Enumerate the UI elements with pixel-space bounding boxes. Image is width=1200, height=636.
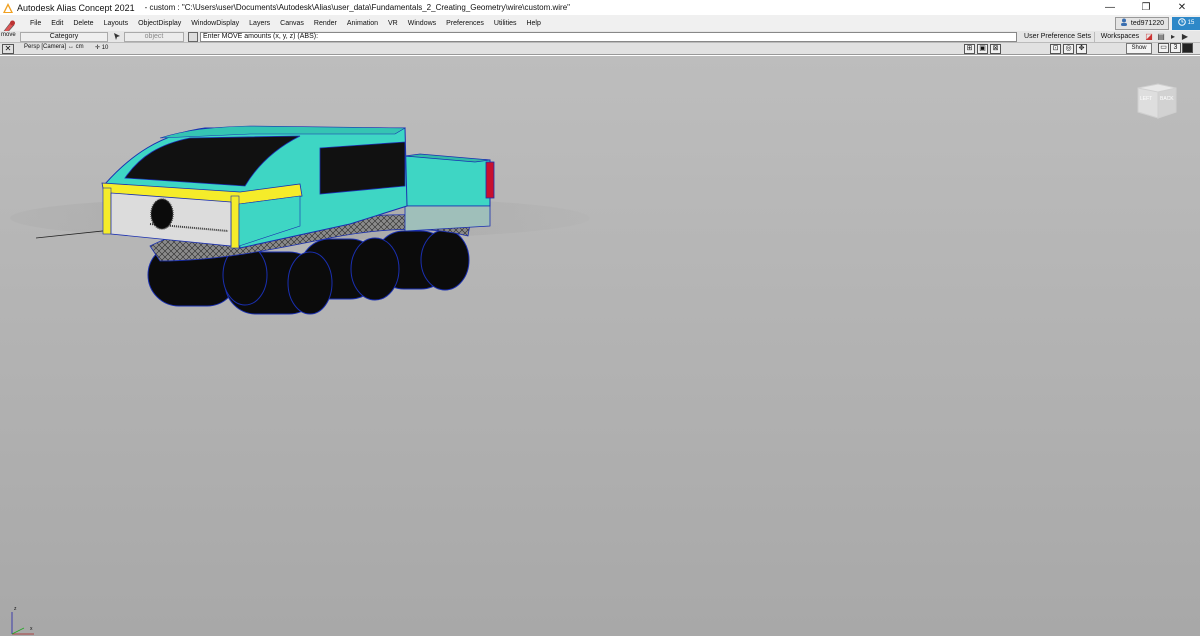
front-wheel-hub[interactable] bbox=[150, 198, 174, 230]
side-window bbox=[319, 141, 406, 195]
user-preference-sets-menu[interactable]: User Preference Sets bbox=[1021, 32, 1095, 42]
menu-layouts[interactable]: Layouts bbox=[99, 20, 134, 27]
axis-triad: z x bbox=[4, 606, 44, 636]
menu-help[interactable]: Help bbox=[521, 20, 545, 27]
menu-vr[interactable]: VR bbox=[383, 20, 403, 27]
menu-preferences[interactable]: Preferences bbox=[441, 20, 489, 27]
viewport-header: ✕ Persp [Camera] ↔ cm ✛ 10 ⊞ ▣ ⊠ ⊡ ◎ ✥ S… bbox=[0, 43, 1200, 55]
menu-windows[interactable]: Windows bbox=[403, 20, 441, 27]
expand-icon[interactable]: ▶ bbox=[1180, 32, 1190, 42]
user-area: ted971220 15 bbox=[1114, 15, 1200, 31]
grid-icon: ✛ bbox=[95, 45, 101, 51]
menu-delete[interactable]: Delete bbox=[68, 20, 98, 27]
menu-bar: File Edit Delete Layouts ObjectDisplay W… bbox=[0, 15, 1200, 31]
clock-text: 15 bbox=[1187, 20, 1195, 26]
tool-name-label: move bbox=[1, 32, 16, 38]
tool-palette-icon[interactable]: ◪ bbox=[1144, 32, 1154, 42]
restore-button[interactable]: ❐ bbox=[1128, 0, 1164, 15]
minimize-button[interactable]: — bbox=[1092, 0, 1128, 15]
look-at-icon[interactable]: ◎ bbox=[1063, 44, 1074, 54]
move-view-icon[interactable]: ✥ bbox=[1076, 44, 1087, 54]
menu-file[interactable]: File bbox=[25, 20, 46, 27]
axis-z-label: z bbox=[14, 606, 17, 612]
show-button[interactable]: Show bbox=[1126, 43, 1152, 54]
document-title: - custom : "C:\Users\user\Documents\Auto… bbox=[144, 3, 571, 12]
viewport-minimize-icon[interactable]: ▭ bbox=[1158, 43, 1169, 53]
object-field[interactable]: object bbox=[124, 32, 184, 42]
user-account-button[interactable]: ted971220 bbox=[1114, 16, 1169, 30]
prompt-input[interactable]: Enter MOVE amounts (x, y, z) (ABS): bbox=[200, 32, 1017, 42]
viewport-close-icon[interactable]: ✕ bbox=[2, 44, 14, 54]
prompt-history-icon[interactable] bbox=[188, 32, 198, 42]
workspaces-menu[interactable]: Workspaces bbox=[1098, 32, 1142, 42]
yellow-trim-left bbox=[102, 187, 112, 235]
shelf-icon[interactable]: ▤ bbox=[1156, 32, 1166, 42]
user-name: ted971220 bbox=[1130, 19, 1164, 27]
pick-cursor-icon[interactable] bbox=[111, 32, 123, 42]
viewport-panel-number[interactable]: 3 bbox=[1170, 43, 1181, 53]
alias-logo-icon bbox=[1, 1, 15, 15]
truck-bed[interactable] bbox=[404, 155, 491, 207]
menu-utilities[interactable]: Utilities bbox=[489, 20, 522, 27]
menu-layers[interactable]: Layers bbox=[244, 20, 275, 27]
viewcube-left-label: LEFT bbox=[1140, 96, 1153, 102]
menu-render[interactable]: Render bbox=[309, 20, 342, 27]
viewport-units: ↔ cm bbox=[68, 44, 84, 50]
viewport-camera-label[interactable]: Persp [Camera] bbox=[24, 44, 66, 50]
menu-items: File Edit Delete Layouts ObjectDisplay W… bbox=[25, 15, 546, 31]
model-scene[interactable] bbox=[0, 56, 1200, 636]
menu-edit[interactable]: Edit bbox=[46, 20, 68, 27]
viewport-camera-tools: ⊞ ▣ ⊠ bbox=[964, 44, 1001, 54]
window-controls: — ❐ ✕ bbox=[1092, 0, 1200, 15]
user-icon bbox=[1120, 18, 1128, 28]
category-dropdown[interactable]: Category bbox=[20, 32, 108, 42]
viewcube[interactable]: LEFT BACK bbox=[1130, 78, 1184, 122]
viewport-display-tools: ⊡ ◎ ✥ bbox=[1050, 44, 1087, 54]
menu-canvas[interactable]: Canvas bbox=[275, 20, 309, 27]
viewcube-back-label: BACK bbox=[1160, 96, 1174, 102]
tail-light bbox=[485, 161, 495, 199]
menu-objectdisplay[interactable]: ObjectDisplay bbox=[133, 20, 186, 27]
axis-x-label: x bbox=[30, 626, 33, 632]
clock-icon bbox=[1177, 18, 1186, 28]
menu-windowdisplay[interactable]: WindowDisplay bbox=[186, 20, 244, 27]
yellow-trim-right bbox=[230, 195, 240, 249]
viewport-window-icons: ▭ 3 bbox=[1158, 43, 1193, 53]
menu-animation[interactable]: Animation bbox=[342, 20, 383, 27]
control-panel-icon[interactable]: ▸ bbox=[1168, 32, 1178, 42]
camera-save-icon[interactable]: ▣ bbox=[977, 44, 988, 54]
viewport-maximize-icon[interactable] bbox=[1182, 43, 1193, 53]
workspace-icons: ◪ ▤ ▸ ▶ bbox=[1144, 31, 1190, 43]
clock-button[interactable]: 15 bbox=[1172, 16, 1200, 30]
perspective-viewport[interactable]: LEFT BACK z x bbox=[0, 56, 1200, 636]
title-bar: Autodesk Alias Concept 2021 - custom : "… bbox=[0, 0, 1200, 15]
camera-zoom-icon[interactable]: ⊠ bbox=[990, 44, 1001, 54]
viewport-grid-size: ✛ 10 bbox=[95, 45, 109, 51]
prompt-bar: move Category object Enter MOVE amounts … bbox=[0, 31, 1200, 43]
camera-tumble-icon[interactable]: ⊞ bbox=[964, 44, 975, 54]
app-title: Autodesk Alias Concept 2021 bbox=[17, 2, 135, 13]
frame-all-icon[interactable]: ⊡ bbox=[1050, 44, 1061, 54]
close-button[interactable]: ✕ bbox=[1164, 0, 1200, 15]
